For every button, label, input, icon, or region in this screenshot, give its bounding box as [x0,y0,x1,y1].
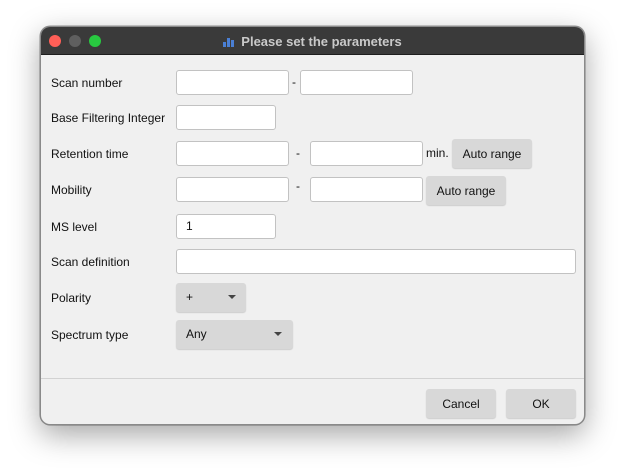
cancel-button[interactable]: Cancel [426,389,496,418]
spectrum-type-select[interactable]: Any [176,320,293,349]
mobility-auto-range-button[interactable]: Auto range [426,176,506,205]
scan-number-dash: - [292,75,296,89]
retention-time-unit: min. [426,146,449,160]
retention-time-label: Retention time [51,147,129,161]
footer-divider [41,378,584,379]
polarity-select[interactable]: + [176,283,246,312]
window-title-container: Please set the parameters [41,27,584,55]
chevron-down-icon [274,332,282,336]
chevron-down-icon [228,295,236,299]
title-bar[interactable]: Please set the parameters [41,27,584,55]
base-filtering-input[interactable] [176,105,276,130]
retention-time-to-input[interactable] [310,141,423,166]
mobility-to-input[interactable] [310,177,423,202]
parameters-dialog: Please set the parameters Scan number - … [40,26,585,425]
ok-button[interactable]: OK [506,389,576,418]
scan-number-label: Scan number [51,76,123,90]
mobility-from-input[interactable] [176,177,289,202]
polarity-selected-value: + [186,290,194,304]
retention-time-dash: - [296,146,300,160]
scan-definition-input[interactable] [176,249,576,274]
polarity-label: Polarity [51,291,92,305]
scan-definition-label: Scan definition [51,255,130,269]
retention-time-auto-range-button[interactable]: Auto range [452,139,532,168]
spectrum-type-label: Spectrum type [51,328,129,342]
ms-level-input[interactable]: 1 [176,214,276,239]
app-chart-icon [223,35,235,47]
ms-level-label: MS level [51,220,98,234]
spectrum-type-selected-value: Any [186,327,207,341]
window-title: Please set the parameters [241,33,402,49]
scan-number-to-input[interactable] [300,70,413,95]
retention-time-from-input[interactable] [176,141,289,166]
base-filtering-label: Base Filtering Integer [51,111,166,125]
mobility-label: Mobility [51,183,92,197]
scan-number-from-input[interactable] [176,70,289,95]
mobility-dash: - [296,179,300,193]
